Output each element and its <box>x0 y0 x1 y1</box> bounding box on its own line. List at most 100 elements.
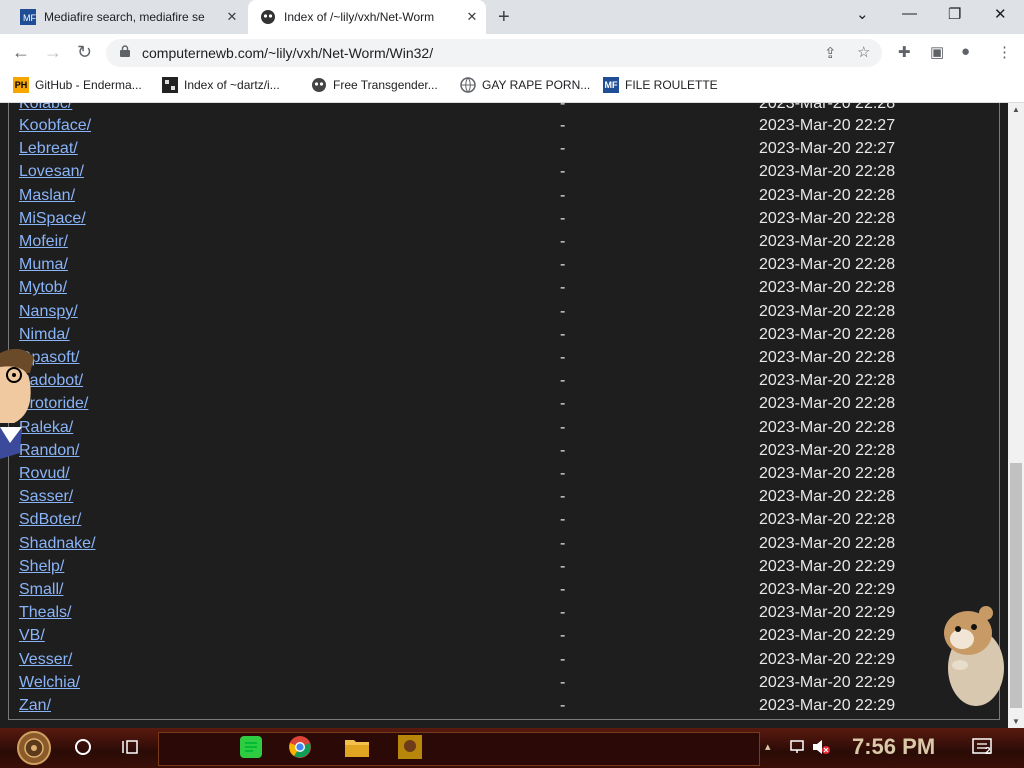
volume-muted-icon[interactable] <box>812 739 830 755</box>
tab-close-icon[interactable]: ✕ <box>222 9 242 25</box>
forward-icon[interactable]: → <box>44 42 62 63</box>
table-row: VB/ - 2023-Mar-20 22:29 <box>19 627 919 650</box>
directory-link[interactable]: Welchia/ <box>19 674 80 692</box>
tab-strip: MF Mediafire search, mediafire se ✕ Inde… <box>0 0 1024 34</box>
directory-link[interactable]: Small/ <box>19 581 63 599</box>
directory-link[interactable]: Nimda/ <box>19 326 70 344</box>
scrollbar-thumb[interactable] <box>1010 463 1022 708</box>
table-row: Maslan/ - 2023-Mar-20 22:28 <box>19 187 919 210</box>
directory-link[interactable]: VB/ <box>19 627 45 645</box>
directory-link[interactable]: Vesser/ <box>19 651 72 669</box>
table-row: Lebreat/ - 2023-Mar-20 22:27 <box>19 140 919 163</box>
bookmark-index-dartz[interactable]: Index of ~dartz/i... <box>162 77 280 93</box>
scroll-up-icon[interactable]: ▲ <box>1012 105 1020 114</box>
table-row: Sasser/ - 2023-Mar-20 22:28 <box>19 488 919 511</box>
hamster-sprite <box>944 606 1004 706</box>
table-row: Raleka/-2023-Mar-20 22:28 <box>19 419 919 442</box>
bookmark-file-roulette[interactable]: MF FILE ROULETTE <box>603 77 718 93</box>
date-cell: 2023-Mar-20 22:27 <box>759 140 896 158</box>
task-view-icon[interactable] <box>122 738 140 756</box>
tab-close-icon[interactable]: ✕ <box>462 9 482 25</box>
bookmark-free-transgender[interactable]: Free Transgender... <box>311 77 438 93</box>
size-cell: - <box>560 650 566 668</box>
chrome-icon[interactable] <box>288 735 312 759</box>
side-panel-icon[interactable]: ▣ <box>930 43 944 61</box>
date-cell: 2023-Mar-20 22:28 <box>759 256 896 274</box>
mask-favicon-icon <box>312 78 326 92</box>
date-cell: 2023-Mar-20 22:29 <box>759 697 896 714</box>
size-cell: - <box>560 465 566 482</box>
directory-link[interactable]: Theals/ <box>19 604 71 622</box>
directory-link[interactable]: Shadnake/ <box>19 535 96 553</box>
search-circle-icon[interactable] <box>74 738 92 756</box>
directory-link[interactable]: Zan/ <box>19 697 51 715</box>
directory-link[interactable]: MiSpace/ <box>19 210 86 228</box>
directory-link[interactable]: Koobface/ <box>19 117 91 135</box>
size-cell: - <box>560 209 566 227</box>
clock[interactable]: 7:56 PM <box>852 734 935 760</box>
size-cell: - <box>560 140 566 158</box>
cartoon-character-sprite <box>0 348 34 459</box>
table-row: Shelp/ - 2023-Mar-20 22:29 <box>19 558 919 581</box>
directory-link[interactable]: SdBoter/ <box>19 511 81 529</box>
directory-link[interactable]: Shelp/ <box>19 558 64 576</box>
restore-button[interactable]: ❐ <box>948 5 961 23</box>
show-hidden-icons-icon[interactable]: ▴ <box>765 740 771 753</box>
table-row: Theals/ - 2023-Mar-20 22:29 <box>19 604 919 627</box>
table-row: MiSpace/ - 2023-Mar-20 22:28 <box>19 210 919 233</box>
vertical-scrollbar[interactable]: ▲ ▼ <box>1008 103 1024 728</box>
bookmark-star-icon[interactable]: ☆ <box>857 43 870 61</box>
size-cell: - <box>560 279 566 297</box>
directory-link[interactable]: Lebreat/ <box>19 140 78 158</box>
size-cell: - <box>560 511 566 529</box>
date-cell: 2023-Mar-20 22:28 <box>759 465 896 482</box>
bookmark-gay-rape[interactable]: GAY RAPE PORN... <box>460 77 590 93</box>
new-tab-button[interactable]: + <box>498 6 510 29</box>
date-cell: 2023-Mar-20 22:28 <box>759 325 896 343</box>
bookmarks-bar: PH GitHub - Enderma... Index of ~dartz/i… <box>0 70 1024 103</box>
size-cell: - <box>560 256 566 274</box>
date-cell: 2023-Mar-20 22:28 <box>759 488 896 506</box>
directory-link[interactable]: Maslan/ <box>19 187 75 205</box>
tab-index-networm[interactable]: Index of /~lily/vxh/Net-Worm ✕ <box>248 0 486 34</box>
notes-app-icon[interactable] <box>240 736 262 758</box>
directory-link[interactable]: Kolabc/ <box>19 103 72 113</box>
bookmark-github[interactable]: PH GitHub - Enderma... <box>13 77 142 93</box>
directory-link[interactable]: Nanspy/ <box>19 303 78 321</box>
directory-link[interactable]: Lovesan/ <box>19 163 84 181</box>
mediafire-favicon-icon: MF <box>20 9 36 25</box>
minimize-button[interactable]: — <box>902 5 917 22</box>
game-app-icon[interactable] <box>398 735 422 759</box>
directory-link[interactable]: Mytob/ <box>19 279 67 297</box>
menu-icon[interactable]: ⋮ <box>997 43 1012 61</box>
scroll-down-icon[interactable]: ▼ <box>1012 717 1020 726</box>
directory-link[interactable]: Muma/ <box>19 256 68 274</box>
tab-mediafire[interactable]: MF Mediafire search, mediafire se ✕ <box>8 0 246 34</box>
globe-icon <box>460 77 476 93</box>
network-icon[interactable] <box>790 739 806 755</box>
profile-avatar-icon[interactable]: ● <box>961 43 970 60</box>
directory-link[interactable]: Rovud/ <box>19 465 70 483</box>
directory-link[interactable]: Mofeir/ <box>19 233 68 251</box>
tab-search-icon[interactable]: ⌄ <box>856 5 869 23</box>
size-cell: - <box>560 697 566 714</box>
back-icon[interactable]: ← <box>12 42 30 63</box>
size-cell: - <box>560 627 566 645</box>
close-window-button[interactable]: ✕ <box>994 5 1007 23</box>
reload-icon[interactable]: ↻ <box>77 42 92 63</box>
extensions-icon[interactable]: ✚ <box>898 43 911 61</box>
start-button-icon[interactable] <box>14 730 54 766</box>
file-explorer-icon[interactable] <box>345 737 369 757</box>
address-bar[interactable]: computernewb.com/~lily/vxh/Net-Worm/Win3… <box>106 39 882 67</box>
directory-link[interactable]: Sasser/ <box>19 488 73 506</box>
size-cell: - <box>560 604 566 622</box>
size-cell: - <box>560 117 566 134</box>
share-icon[interactable]: ⇪ <box>824 44 837 62</box>
date-cell: 2023-Mar-20 22:28 <box>759 534 896 552</box>
date-cell: 2023-Mar-20 22:29 <box>759 557 896 575</box>
date-cell: 2023-Mar-20 22:28 <box>759 186 896 204</box>
table-row: Zan/ - 2023-Mar-20 22:29 <box>19 697 919 720</box>
url-text[interactable]: computernewb.com/~lily/vxh/Net-Worm/Win3… <box>142 45 433 61</box>
date-cell: 2023-Mar-20 22:29 <box>759 650 896 668</box>
date-cell: 2023-Mar-20 22:29 <box>759 604 896 622</box>
